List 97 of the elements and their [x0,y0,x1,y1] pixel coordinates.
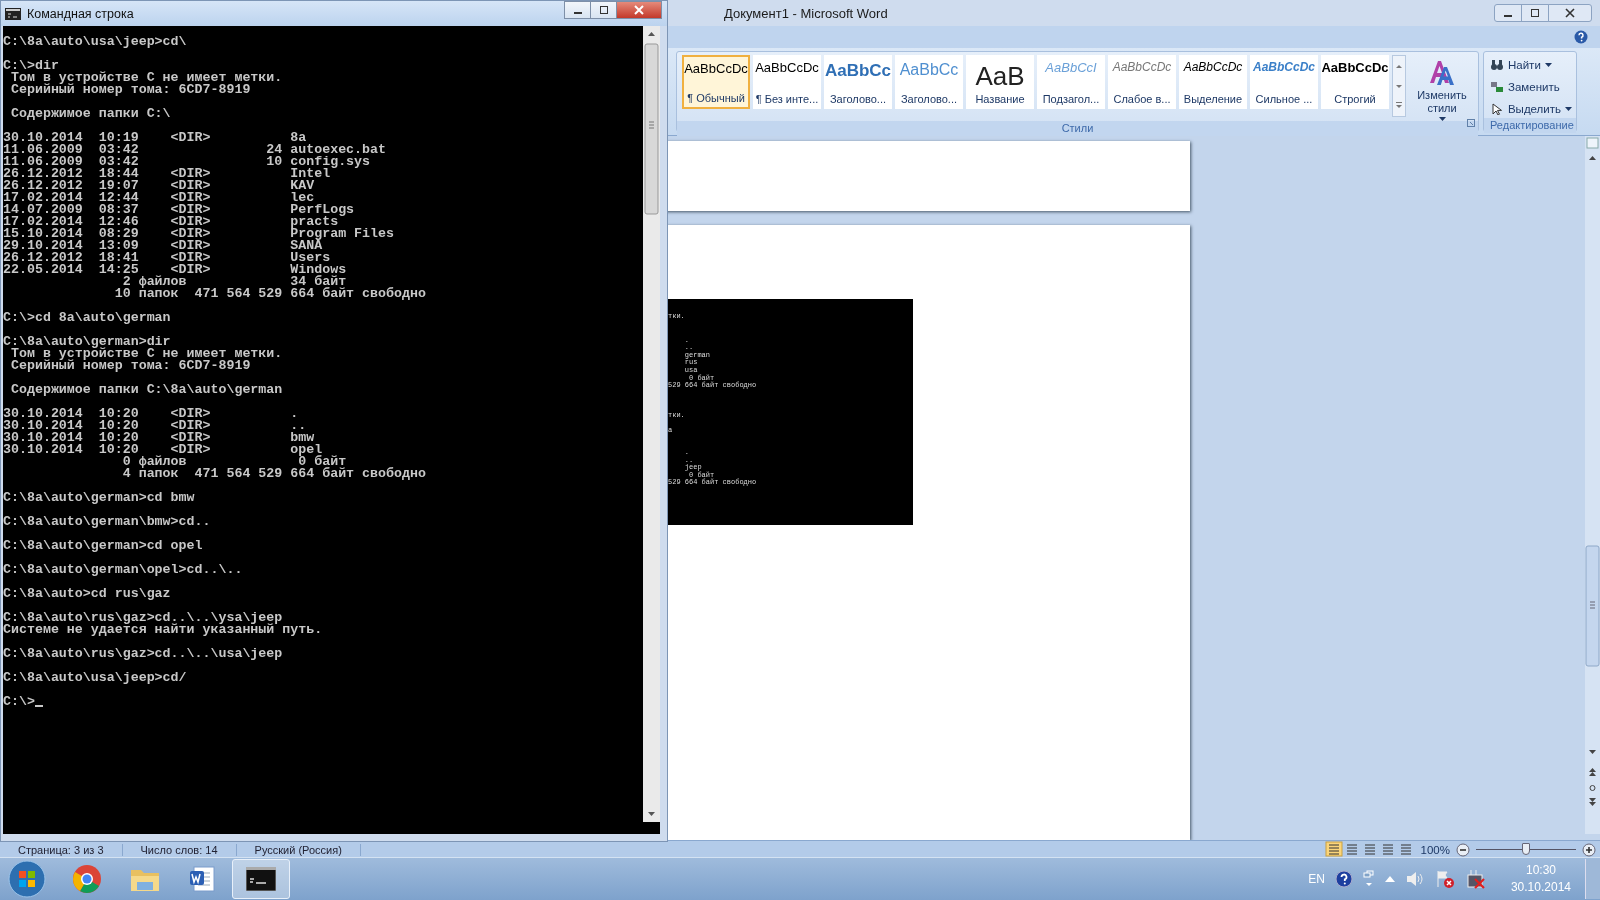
change-styles-button[interactable]: Изменить стили [1409,55,1475,122]
style-tile[interactable]: AaBbCcDc Выделение [1179,55,1247,109]
zoom-out-icon[interactable] [1456,842,1470,857]
style-tile[interactable]: AaBbCcDc ¶ Обычный [682,55,750,109]
console-line: 17.02.2014 12:46 <DIR> practs [3,216,339,228]
flag-error-icon[interactable] [1434,869,1455,889]
replace-icon [1490,81,1504,93]
style-tile[interactable]: AaBbCcDc Строгий [1321,55,1389,109]
console-line: 10 папок 471 564 529 664 байт свободно [113,288,426,300]
console-line: Серийный номер тома: 6CD7-8919 [9,360,251,372]
style-tile[interactable]: AaBbCc Заголово... [824,55,892,109]
style-tile[interactable]: AaBbCcDc ¶ Без инте... [753,55,821,109]
minimize-button[interactable] [564,1,591,19]
group-label: Стили [677,121,1478,137]
console-line: 4 папок 471 564 529 664 байт свободно [121,468,426,480]
help-icon[interactable] [1334,870,1353,888]
windows-icon[interactable] [1362,870,1375,888]
console-line: 15.10.2014 08:29 <DIR> Program Files [3,228,394,240]
console-line: 26.12.2012 19:07 <DIR> KAV [3,180,315,192]
window-title: Командная строка [27,6,134,21]
console-line: C:\8a\auto\rus\gaz>cd..\..\usa\jeep [3,648,283,660]
editing-button[interactable]: Выделить [1490,100,1572,118]
console-line: 2 файлов 34 байт [122,276,347,288]
console-line: 22.05.2014 14:25 <DIR> Windows [3,264,347,276]
console-icon [246,867,276,891]
caret-icon [1565,107,1572,111]
console-line: Содержимое папки C:\8a\auto\german [9,384,283,396]
window-title: Документ1 - Microsoft Word [724,5,888,21]
console-line: 30.10.2014 10:20 <DIR> .. [3,420,307,432]
console-line: C:\8a\auto\german>dir [3,336,171,348]
console-line: 29.10.2014 13:09 <DIR> SANA [3,240,323,252]
console-line: 30.10.2014 10:19 <DIR> 8a [3,132,307,144]
maximize-button[interactable] [590,1,617,19]
zoom-level[interactable]: 100% [1420,843,1450,856]
console-line: 30.10.2014 10:20 <DIR> opel [3,444,323,456]
console-line: 11.06.2009 03:42 24 autoexec.bat [3,144,386,156]
status-item: Число слов: 14 [122,843,237,856]
console-line: C:\8a\auto\german\opel>cd..\.. [3,564,243,576]
style-tile[interactable]: AaBbCc Заголово... [895,55,963,109]
status-item: Страница: 3 из 3 [0,843,123,856]
console-line: 30.10.2014 10:20 <DIR> bmw [3,432,315,444]
console-line: C:\>cd 8a\auto\german [3,312,171,324]
maximize-button[interactable] [1521,4,1549,22]
word-icon [188,864,218,894]
console-line: 17.02.2014 12:44 <DIR> lec [3,192,315,204]
style-tile[interactable]: AaBbCcDc Слабое в... [1108,55,1176,109]
zoom-thumb[interactable] [1522,843,1530,855]
console-icon [5,7,21,20]
vertical-scrollbar[interactable] [1585,136,1600,834]
close-icon [1565,8,1575,18]
maximize-icon [1530,8,1540,18]
minimize-icon [1504,15,1512,17]
console-line: Содержимое папки C:\ [9,108,171,120]
dialog-launcher-icon[interactable] [1467,119,1475,127]
console-line: 26.12.2012 18:44 <DIR> Intel [3,168,331,180]
text-cursor [34,705,43,707]
start-button[interactable] [8,860,46,898]
console-line: 26.12.2012 18:41 <DIR> Users [3,252,331,264]
browser-icon [72,864,102,894]
console-line: C:\8a\auto\german\bmw>cd.. [3,516,211,528]
minimize-icon [573,12,582,14]
help-icon[interactable] [1574,30,1588,44]
console-line: C:\>dir [3,60,59,72]
console-line: C:\8a\auto\german>cd opel [3,540,203,552]
close-icon [634,5,644,15]
network-error-icon[interactable] [1464,869,1487,889]
gallery-scroll[interactable] [1392,55,1406,117]
style-tile[interactable]: AaBbCcDc Сильное ... [1250,55,1318,109]
minimize-button[interactable] [1494,4,1522,22]
console-line: Системе не удается найти указанный путь. [3,624,323,636]
binoculars-icon [1490,59,1504,71]
status-item: Русский (Россия) [236,843,361,856]
console-line: 30.10.2014 10:20 <DIR> . [3,408,299,420]
console-line: C:\8a\auto\usa\jeep>cd/ [3,672,187,684]
console-line: C:\8a\auto\german>cd bmw [3,492,195,504]
zoom-in-icon[interactable] [1582,842,1596,857]
editing-button[interactable]: Найти [1490,56,1572,74]
caret-icon [1544,63,1552,67]
group-label: Редактирование [1484,118,1576,133]
console-line: C:\8a\auto\usa\jeep>cd\ [3,36,187,48]
console-line: C:\8a\auto\rus\gaz>cd..\..\ysa\jeep [3,612,283,624]
editing-button[interactable]: Заменить [1490,78,1572,96]
console-line: C:\> [3,696,35,708]
console-line: 0 файлов 0 байт [121,456,347,468]
maximize-icon [598,5,609,15]
console-line: Серийный номер тома: 6CD7-8919 [9,84,251,96]
taskbar-button[interactable] [232,859,290,899]
console-line: Том в устройстве C не имеет метки. [9,72,283,84]
console-line: 14.07.2009 08:37 <DIR> PerfLogs [3,204,355,216]
close-button[interactable] [1548,4,1592,22]
console-line: 11.06.2009 03:42 10 config.sys [3,156,371,168]
cursor-icon [1490,103,1504,115]
console-line: Том в устройстве C не имеет метки. [10,348,283,360]
console-line: C:\8a\auto>cd rus\gaz [3,588,171,600]
close-button[interactable] [616,1,662,19]
style-tile[interactable]: AaB Название [966,55,1034,109]
style-tile[interactable]: AaBbCcI Подзагол... [1037,55,1105,109]
